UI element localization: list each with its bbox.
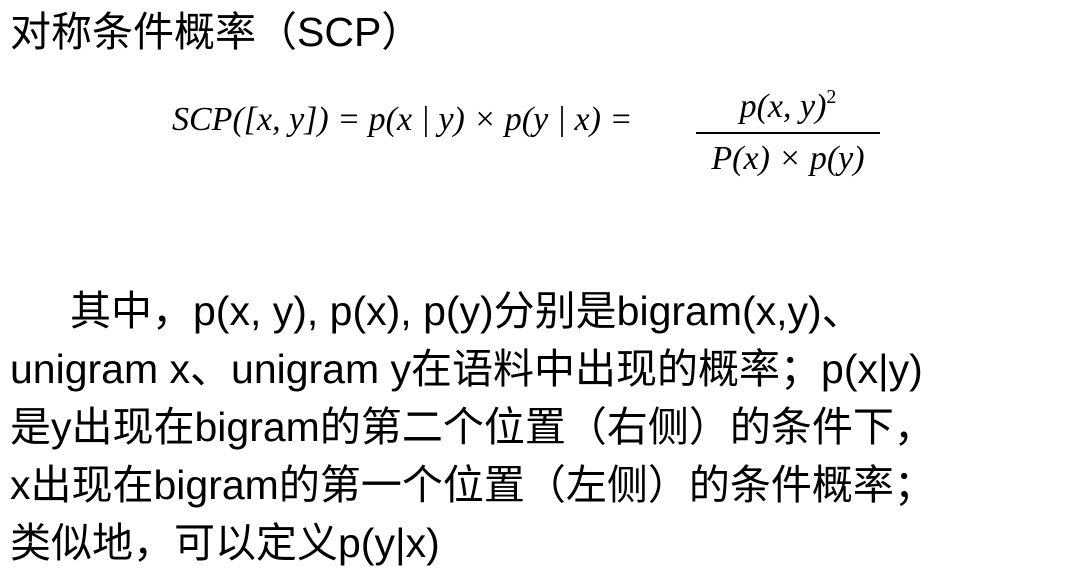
paragraph-line-4: x出现在bigram的第一个位置（左侧）的条件概率； (10, 462, 935, 508)
slide-title: 对称条件概率（SCP） (10, 9, 423, 55)
paragraph-line-2: unigram x、unigram y在语料中出现的概率；p(x|y) (10, 346, 923, 392)
paragraph-line-5: 类似地，可以定义p(y|x) (10, 520, 440, 566)
paragraph-line-1-text: 其中，p(x, y), p(x), p(y)分别是bigram(x,y)、 (70, 288, 863, 334)
explanation-paragraph: 其中，p(x, y), p(x), p(y)分别是bigram(x,y)、 un… (10, 282, 1076, 572)
fraction-bar (696, 132, 880, 134)
formula-lhs: SCP([x, y]) = p(x | y) × p(y | x) = (172, 101, 633, 138)
paragraph-line-1: 其中，p(x, y), p(x), p(y)分别是bigram(x,y)、 (10, 282, 1076, 340)
formula-numerator-text: p(x, y) (739, 88, 827, 125)
paragraph-line-3: 是y出现在bigram的第二个位置（右侧）的条件下， (10, 404, 935, 450)
formula-fraction: p(x, y)2 P(x) × p(y) (696, 76, 880, 180)
formula-numerator: p(x, y)2 (696, 76, 880, 128)
formula-denominator: P(x) × p(y) (711, 140, 865, 177)
scp-formula: SCP([x, y]) = p(x | y) × p(y | x) = p(x,… (172, 76, 892, 186)
formula-exponent: 2 (826, 86, 837, 108)
